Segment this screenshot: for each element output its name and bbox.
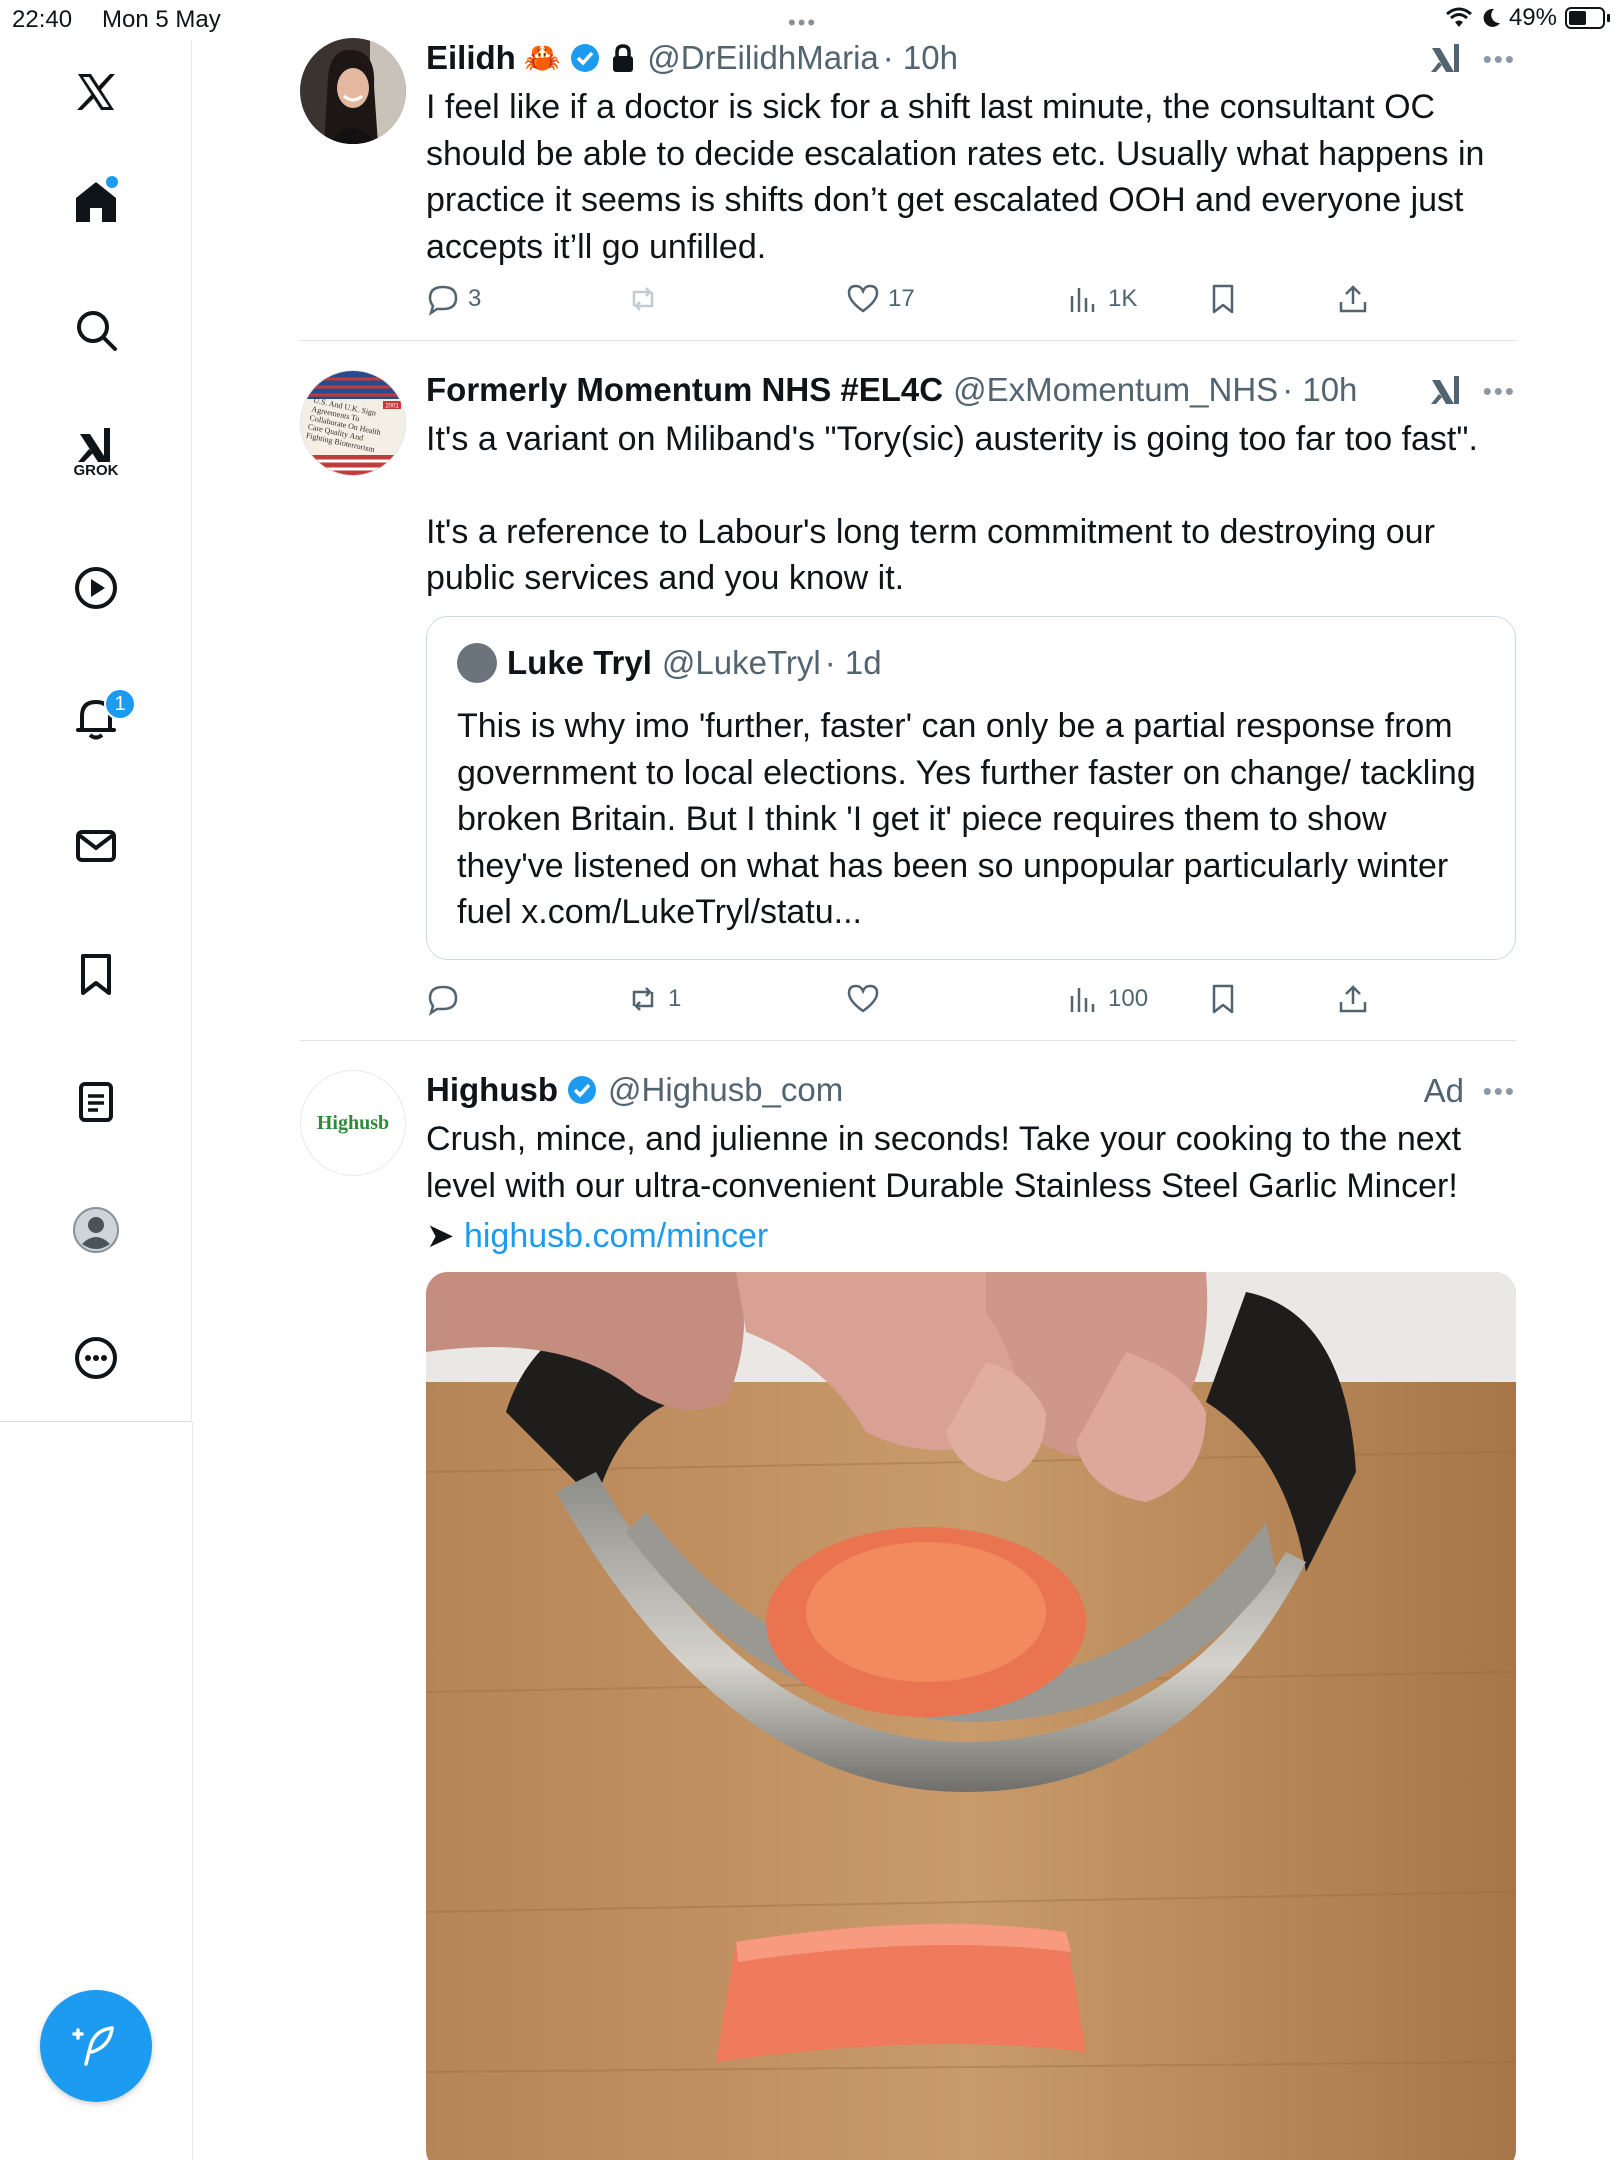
quoted-tweet[interactable]: Luke Tryl @LukeTryl · 1d This is why imo… <box>426 616 1516 960</box>
compose-feather-icon <box>72 2026 114 2066</box>
quoted-time: · 1d <box>824 644 882 681</box>
search-icon[interactable] <box>64 298 128 362</box>
ad-label: Ad <box>1423 1072 1464 1109</box>
heart-icon <box>847 284 879 313</box>
reply-icon <box>428 285 458 316</box>
lock-icon <box>613 44 634 72</box>
quoted-author-handle: @LukeTryl <box>661 644 821 681</box>
verified-badge-icon <box>571 44 600 72</box>
share-icon <box>1339 985 1367 1013</box>
quoted-text: This is why imo 'further, faster' can on… <box>457 707 1476 931</box>
views-button[interactable]: 1K <box>1066 282 1137 316</box>
highusb-logo: Highusb <box>316 1111 390 1134</box>
views-chart-icon <box>1070 288 1095 312</box>
ad-link[interactable]: highusb.com/mincer <box>464 1217 768 1255</box>
battery-percent: 49% <box>1508 4 1557 31</box>
author-name[interactable]: Formerly Momentum NHS #EL4C <box>426 371 943 409</box>
share-button[interactable] <box>1336 982 1370 1016</box>
tweet-text-paragraph-1: It's a variant on Miliband's "Tory(sic) … <box>426 420 1478 458</box>
tweet-time[interactable]: · 10h <box>1282 371 1357 409</box>
author-handle[interactable]: @ExMomentum_NHS <box>953 371 1278 409</box>
grok-explain-icon[interactable] <box>1428 40 1464 76</box>
reply-button[interactable]: 3 <box>426 282 481 316</box>
reply-count: 3 <box>468 285 482 312</box>
date: Mon 5 May <box>102 6 221 33</box>
compose-button[interactable] <box>40 1990 152 2102</box>
lists-icon[interactable] <box>64 1070 128 1134</box>
grok-explain-icon[interactable] <box>1428 372 1464 408</box>
tweet-text: Crush, mince, and julienne in seconds! T… <box>426 1120 1462 1205</box>
notifications-icon[interactable]: 1 <box>64 686 136 750</box>
quoted-avatar[interactable] <box>457 643 497 683</box>
garlic-mincer-image <box>426 1272 1516 2160</box>
divider <box>300 340 1516 341</box>
bookmark-icon <box>1212 284 1234 314</box>
moon-icon <box>1483 8 1500 27</box>
reply-icon <box>428 985 458 1016</box>
profile-icon[interactable] <box>64 1198 128 1262</box>
share-button[interactable] <box>1336 282 1370 316</box>
author-handle[interactable]: @DrEilidhMaria <box>647 39 879 77</box>
retweet-icon <box>632 287 654 311</box>
more-options-icon[interactable]: ••• <box>1483 1076 1516 1107</box>
wifi-icon <box>1445 7 1472 27</box>
tweet-text-paragraph-2: It's a reference to Labour's long term c… <box>426 512 1435 598</box>
grok-label: GROK <box>73 462 119 479</box>
notification-badge: 1 <box>104 688 136 720</box>
tweet-text: I feel like if a doctor is sick for a sh… <box>426 88 1485 266</box>
avatar[interactable]: 2001 U.S. And U.K. Sign Agreements To Co… <box>300 370 406 476</box>
share-icon <box>1339 285 1367 313</box>
like-button[interactable]: 17 <box>846 282 915 316</box>
bookmark-icon <box>1212 984 1234 1014</box>
tweet[interactable]: 2001 U.S. And U.K. Sign Agreements To Co… <box>300 368 1516 1038</box>
views-count: 100 <box>1108 985 1149 1012</box>
avatar-year: 2001 <box>385 404 399 410</box>
retweet-button[interactable] <box>626 282 660 316</box>
verified-badge-icon <box>567 1076 596 1104</box>
like-button[interactable] <box>846 982 880 1016</box>
author-handle[interactable]: @Highusb_com <box>608 1071 843 1109</box>
quoted-author-name: Luke Tryl <box>507 644 652 681</box>
battery-icon <box>1565 7 1605 29</box>
video-icon[interactable] <box>64 556 128 620</box>
views-count: 1K <box>1108 285 1138 312</box>
author-name[interactable]: Highusb <box>426 1071 558 1109</box>
sidebar: GROK 1 <box>0 40 192 1422</box>
home-new-dot <box>106 176 118 188</box>
views-chart-icon <box>1070 988 1095 1012</box>
heart-icon <box>847 984 879 1013</box>
tweet-actions: 3 17 1K <box>426 282 1426 322</box>
home-icon[interactable] <box>64 170 128 234</box>
author-name[interactable]: Eilidh <box>426 39 516 77</box>
tweet-time[interactable]: · 10h <box>883 39 958 77</box>
retweet-count: 1 <box>668 985 682 1012</box>
messages-icon[interactable] <box>64 814 128 878</box>
tweet-actions: 1 100 <box>426 982 1426 1022</box>
more-options-icon[interactable]: ••• <box>1483 44 1516 75</box>
retweet-icon <box>632 987 654 1011</box>
tweet[interactable]: Eilidh 🦀 @DrEilidhMaria · 10h ••• I feel… <box>300 36 1516 336</box>
retweet-button[interactable]: 1 <box>626 982 681 1016</box>
clock: 22:40 <box>12 6 73 33</box>
link-arrow: ➤ <box>426 1217 455 1255</box>
views-button[interactable]: 100 <box>1066 982 1148 1016</box>
bookmark-button[interactable] <box>1206 282 1240 316</box>
promoted-tweet[interactable]: Highusb Highusb @Highusb_com Ad ••• Crus… <box>300 1068 1516 2160</box>
grok-icon[interactable]: GROK <box>64 420 128 484</box>
avatar[interactable]: Highusb <box>300 1070 406 1176</box>
divider <box>300 1040 1516 1041</box>
like-count: 17 <box>888 285 915 312</box>
x-logo-icon[interactable] <box>64 60 128 124</box>
avatar[interactable] <box>300 38 406 144</box>
bookmark-button[interactable] <box>1206 982 1240 1016</box>
ad-video[interactable] <box>426 1272 1516 2160</box>
more-icon[interactable] <box>64 1326 128 1390</box>
reply-button[interactable] <box>426 982 460 1016</box>
crab-emoji-icon: 🦀 <box>523 41 562 75</box>
status-bar: 22:40 Mon 5 May ••• 49% <box>0 0 1620 40</box>
multitasking-dots-icon[interactable]: ••• <box>788 10 817 36</box>
more-options-icon[interactable]: ••• <box>1483 376 1516 407</box>
bookmarks-icon[interactable] <box>64 942 128 1006</box>
